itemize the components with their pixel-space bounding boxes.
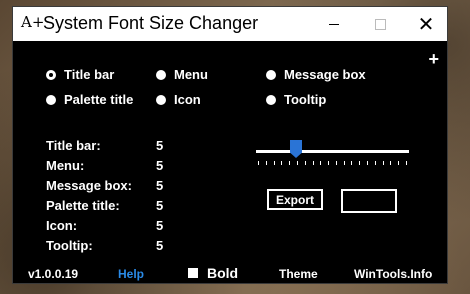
bold-label: Bold	[207, 265, 239, 281]
close-icon: ✕	[417, 13, 435, 36]
theme-link[interactable]: Theme	[279, 267, 318, 281]
font-size-slider-track[interactable]	[256, 150, 409, 153]
radio-icon	[266, 69, 276, 80]
slider-tick	[343, 161, 345, 165]
wintools-link[interactable]: WinTools.Info	[354, 267, 432, 281]
help-link[interactable]: Help	[118, 267, 144, 281]
app-window: A+ System Font Size Changer ✕ + Title ba…	[12, 6, 448, 284]
window-title: System Font Size Changer	[43, 13, 259, 33]
size-value-menu: 5	[156, 158, 164, 173]
slider-tick	[367, 161, 369, 165]
slider-tick	[398, 161, 400, 165]
maximize-button[interactable]	[357, 7, 403, 41]
slider-tick	[335, 161, 337, 165]
version-label: v1.0.0.19	[28, 267, 79, 281]
slider-tick	[296, 161, 298, 165]
checkbox-icon	[188, 268, 198, 278]
slider-tick	[304, 161, 306, 165]
slider-tick	[406, 161, 407, 165]
minimize-icon	[329, 23, 339, 25]
title-bar[interactable]: A+ System Font Size Changer ✕	[13, 7, 447, 41]
slider-tick	[390, 161, 392, 165]
radio-selected-icon	[46, 69, 56, 80]
radio-palette-title[interactable]: Palette title	[46, 92, 133, 107]
font-size-slider-thumb[interactable]	[290, 140, 302, 158]
radio-message-box[interactable]: Message box	[266, 67, 366, 82]
slider-tick	[328, 161, 330, 165]
radio-label: Message box	[284, 67, 366, 82]
size-label-menu: Menu:	[46, 158, 85, 173]
slider-tick	[258, 161, 259, 165]
maximize-icon	[374, 18, 386, 30]
radio-label: Menu	[174, 67, 208, 82]
radio-icon	[156, 69, 166, 80]
size-label-title-bar: Title bar:	[46, 138, 101, 153]
slider-tick	[273, 161, 275, 165]
blank-button[interactable]	[341, 189, 397, 213]
close-button[interactable]: ✕	[403, 7, 449, 41]
main-content: + Title bar Menu Message box Palette tit…	[13, 41, 447, 285]
slider-tick	[289, 161, 291, 165]
size-label-message-box: Message box:	[46, 178, 132, 193]
radio-icon-option[interactable]: Icon	[156, 92, 201, 107]
size-value-message-box: 5	[156, 178, 164, 193]
radio-label: Tooltip	[284, 92, 327, 107]
radio-label: Icon	[174, 92, 201, 107]
slider-tick	[312, 161, 314, 165]
radio-label: Title bar	[64, 67, 115, 82]
size-value-palette-title: 5	[156, 198, 164, 213]
size-value-title-bar: 5	[156, 138, 164, 153]
slider-tick	[265, 161, 267, 165]
radio-label: Palette title	[64, 92, 134, 107]
slider-tick	[374, 161, 376, 165]
radio-tooltip[interactable]: Tooltip	[266, 92, 326, 107]
minimize-button[interactable]	[311, 7, 357, 41]
add-icon[interactable]: +	[428, 49, 439, 70]
radio-icon	[266, 94, 276, 105]
size-label-tooltip: Tooltip:	[46, 238, 93, 253]
slider-tick	[320, 161, 322, 165]
app-logo-icon: A+	[21, 13, 45, 31]
radio-title-bar[interactable]: Title bar	[46, 67, 114, 82]
radio-icon	[46, 94, 56, 105]
slider-tick	[351, 161, 353, 165]
size-value-icon: 5	[156, 218, 164, 233]
size-value-tooltip: 5	[156, 238, 164, 253]
size-label-palette-title: Palette title:	[46, 198, 120, 213]
slider-tick	[359, 161, 361, 165]
size-label-icon: Icon:	[46, 218, 78, 233]
slider-ticks	[258, 161, 408, 167]
export-button[interactable]: Export	[267, 189, 323, 210]
radio-menu[interactable]: Menu	[156, 67, 208, 82]
bold-checkbox[interactable]: Bold	[188, 265, 238, 281]
radio-icon	[156, 94, 166, 105]
slider-tick	[281, 161, 283, 165]
slider-tick	[382, 161, 384, 165]
